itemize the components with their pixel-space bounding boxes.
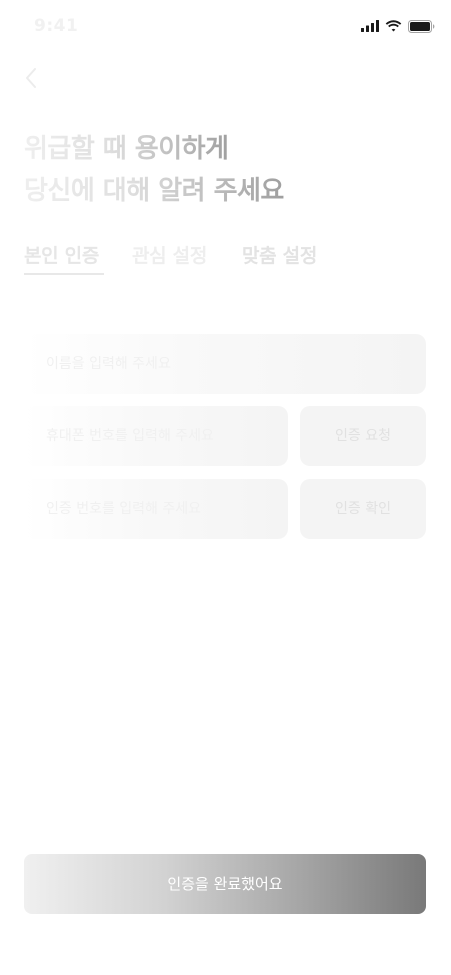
request-verification-button[interactable]: 인증 요청 — [300, 406, 426, 466]
status-icons — [361, 18, 435, 34]
tab-custom-settings[interactable]: 맞춤 설정 — [242, 240, 332, 276]
active-tab-indicator — [24, 273, 104, 275]
code-field — [24, 479, 288, 539]
phone-input[interactable] — [24, 406, 288, 466]
tab-interest-settings[interactable]: 관심 설정 — [132, 240, 242, 276]
tab-label: 본인 인증 — [24, 245, 100, 267]
page-title: 위급할 때 용이하게 당신에 대해 알려 주세요 — [24, 128, 424, 212]
battery-icon — [408, 19, 435, 33]
back-button[interactable] — [20, 64, 44, 92]
confirm-verification-button[interactable]: 인증 확인 — [300, 479, 426, 539]
tab-identity-verification[interactable]: 본인 인증 — [24, 240, 132, 276]
chevron-left-icon — [26, 68, 36, 88]
tab-bar: 본인 인증 관심 설정 맞춤 설정 — [24, 240, 332, 280]
tab-label: 관심 설정 — [132, 245, 208, 267]
name-input[interactable] — [24, 334, 426, 394]
complete-verification-button[interactable]: 인증을 완료했어요 — [24, 854, 426, 914]
page-title-line2: 당신에 대해 알려 주세요 — [24, 170, 294, 212]
signal-icon — [361, 20, 379, 32]
phone-field — [24, 406, 288, 466]
verification-code-input[interactable] — [24, 479, 288, 539]
tab-label: 맞춤 설정 — [242, 245, 318, 267]
status-bar: 9:41 — [0, 0, 451, 52]
wifi-icon — [385, 20, 402, 32]
status-time: 9:41 — [34, 16, 79, 36]
page-title-line1: 위급할 때 용이하게 — [24, 128, 239, 170]
screen: 9:41 위급할 때 용이하게 당신에 대해 알려 주세요 본인 인증 관심 설… — [0, 0, 451, 975]
name-field — [24, 334, 426, 394]
